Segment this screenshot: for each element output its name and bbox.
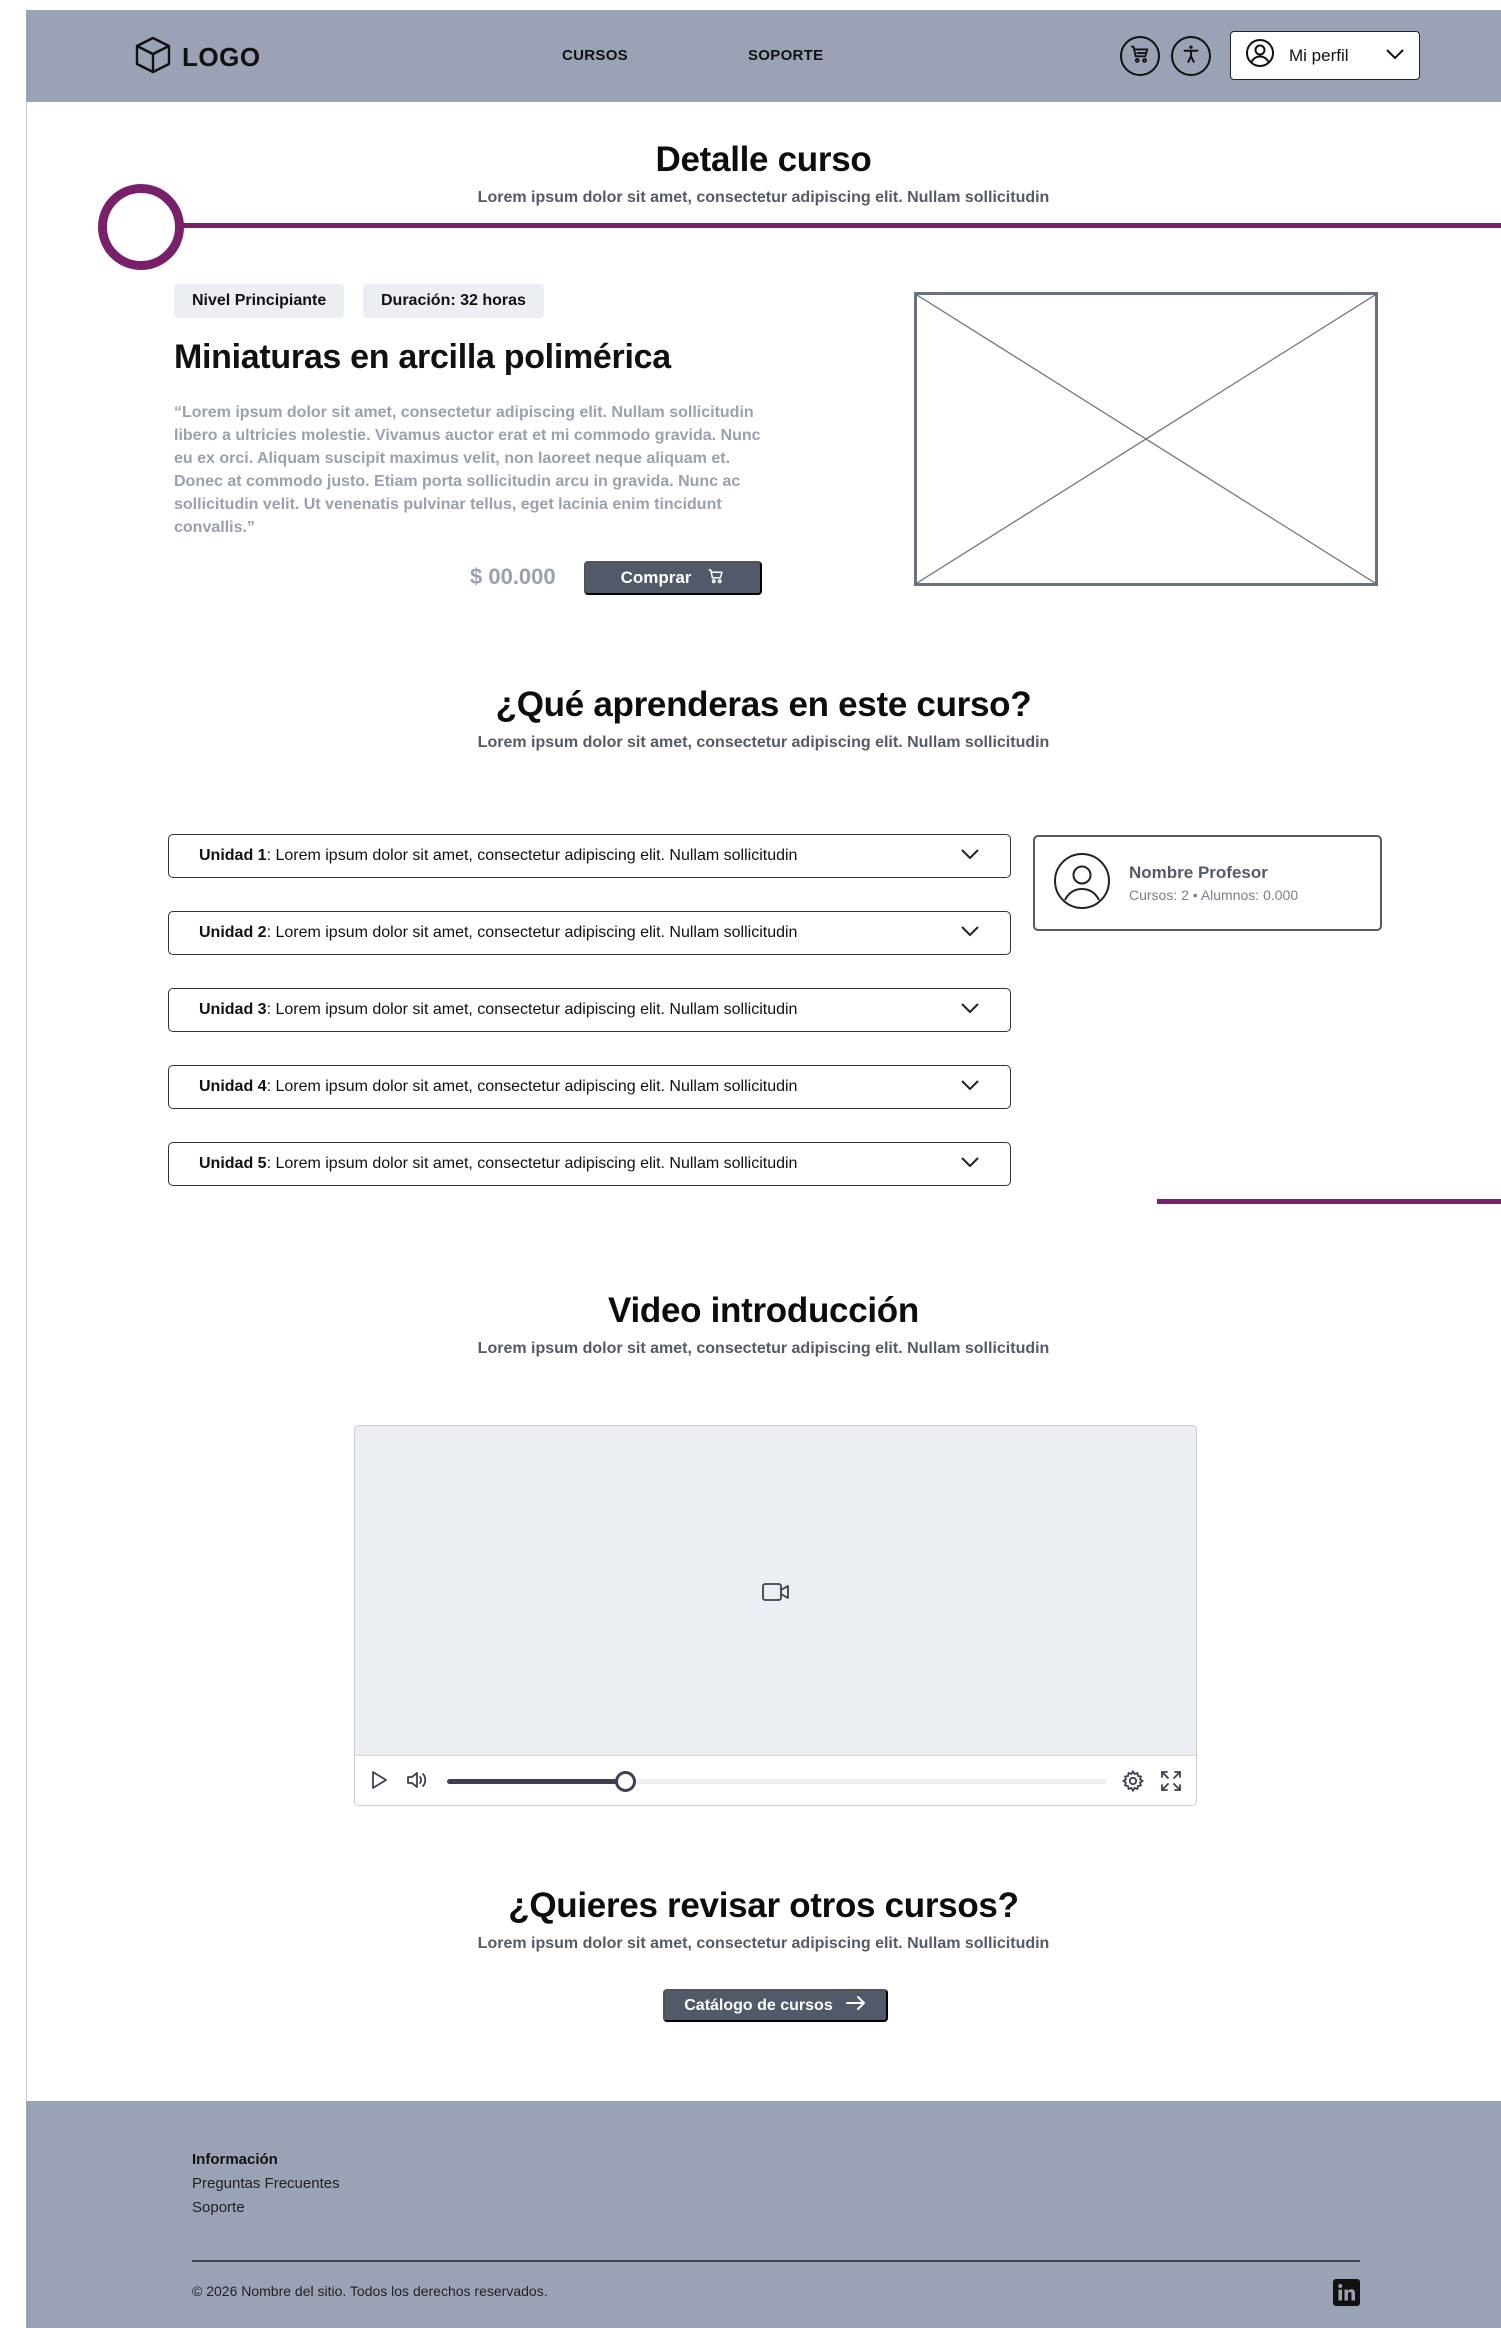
- detail-title: Detalle curso: [655, 140, 872, 179]
- others-title: ¿Quieres revisar otros cursos?: [508, 1886, 1019, 1925]
- video-progress-bar[interactable]: [447, 1771, 1107, 1792]
- video-title: Video introducción: [608, 1291, 919, 1330]
- chevron-down-icon: [960, 1155, 980, 1173]
- chevron-down-icon: [960, 1001, 980, 1019]
- unit-description: : Lorem ipsum dolor sit amet, consectetu…: [266, 1078, 798, 1095]
- professor-name: Nombre Profesor: [1129, 863, 1268, 882]
- unit-description: : Lorem ipsum dolor sit amet, consectetu…: [266, 847, 798, 864]
- unit-accordion-5[interactable]: Unidad 5: Lorem ipsum dolor sit amet, co…: [168, 1142, 1011, 1186]
- nav-soporte[interactable]: SOPORTE: [748, 47, 823, 64]
- professor-info: Nombre Profesor Cursos: 2 • Alumnos: 0.0…: [1129, 863, 1298, 903]
- chevron-down-icon: [1385, 47, 1405, 65]
- accent-circle: [98, 184, 184, 270]
- video-camera-icon: [761, 1581, 791, 1608]
- unit-accordion-2[interactable]: Unidad 2: Lorem ipsum dolor sit amet, co…: [168, 911, 1011, 955]
- accessibility-button[interactable]: [1171, 36, 1211, 76]
- footer-copyright: © 2026 Nombre del sitio. Todos los derec…: [192, 2283, 548, 2299]
- accent-line: [1157, 1199, 1501, 1204]
- video-player[interactable]: [354, 1425, 1197, 1806]
- arrow-right-icon: [845, 1995, 867, 2016]
- buy-button[interactable]: Comprar: [584, 561, 762, 595]
- unit-label: Unidad 1: [199, 847, 267, 864]
- level-badge: Nivel Principiante: [174, 284, 345, 318]
- settings-gear-icon[interactable]: [1121, 1769, 1145, 1798]
- cart-button[interactable]: [1120, 36, 1160, 76]
- unit-text: Unidad 3: Lorem ipsum dolor sit amet, co…: [199, 1001, 960, 1019]
- user-icon: [1245, 38, 1275, 73]
- video-progress-fill: [447, 1779, 626, 1784]
- cart-icon: [1129, 43, 1151, 70]
- catalog-label: Catálogo de cursos: [684, 1996, 833, 2014]
- video-subtitle: Lorem ipsum dolor sit amet, consectetur …: [477, 1340, 1050, 1357]
- footer-link-faq[interactable]: Preguntas Frecuentes: [192, 2175, 340, 2192]
- detail-subtitle: Lorem ipsum dolor sit amet, consectetur …: [477, 189, 1050, 206]
- site-header: LOGO CURSOS SOPORTE Mi perfil: [26, 10, 1501, 102]
- professor-card[interactable]: Nombre Profesor Cursos: 2 • Alumnos: 0.0…: [1033, 835, 1382, 931]
- linkedin-icon[interactable]: [1333, 2279, 1360, 2306]
- unit-label: Unidad 5: [199, 1155, 267, 1172]
- fullscreen-icon[interactable]: [1159, 1769, 1183, 1798]
- unit-description: : Lorem ipsum dolor sit amet, consectetu…: [266, 1001, 798, 1018]
- course-title: Miniaturas en arcilla polimérica: [174, 338, 671, 376]
- footer-heading: Información: [192, 2151, 278, 2168]
- course-image-placeholder: [914, 292, 1378, 586]
- unit-description: : Lorem ipsum dolor sit amet, consectetu…: [266, 1155, 798, 1172]
- unit-accordion-3[interactable]: Unidad 3: Lorem ipsum dolor sit amet, co…: [168, 988, 1011, 1032]
- unit-text: Unidad 5: Lorem ipsum dolor sit amet, co…: [199, 1155, 960, 1173]
- footer-divider: [192, 2260, 1360, 2262]
- video-progress-handle[interactable]: [615, 1771, 637, 1792]
- cart-icon: [707, 567, 725, 590]
- duration-badge: Duración: 32 horas: [363, 284, 544, 318]
- unit-accordion-4[interactable]: Unidad 4: Lorem ipsum dolor sit amet, co…: [168, 1065, 1011, 1109]
- unit-label: Unidad 3: [199, 1001, 267, 1018]
- profile-label: Mi perfil: [1289, 45, 1349, 65]
- chevron-down-icon: [960, 924, 980, 942]
- accent-line: [180, 223, 1501, 228]
- avatar-icon: [1053, 852, 1111, 915]
- unit-text: Unidad 4: Lorem ipsum dolor sit amet, co…: [199, 1078, 960, 1096]
- logo[interactable]: LOGO: [134, 35, 261, 80]
- unit-text: Unidad 2: Lorem ipsum dolor sit amet, co…: [199, 924, 960, 942]
- profile-dropdown[interactable]: Mi perfil: [1230, 31, 1420, 80]
- footer-link-support[interactable]: Soporte: [192, 2199, 245, 2216]
- learn-subtitle: Lorem ipsum dolor sit amet, consectetur …: [477, 734, 1050, 751]
- unit-label: Unidad 4: [199, 1078, 267, 1095]
- play-icon[interactable]: [369, 1769, 389, 1796]
- accessibility-icon: [1180, 43, 1202, 70]
- chevron-down-icon: [960, 847, 980, 865]
- video-controls: [355, 1755, 1196, 1805]
- cube-icon: [134, 35, 172, 80]
- chevron-down-icon: [960, 1078, 980, 1096]
- course-description: “Lorem ipsum dolor sit amet, consectetur…: [174, 404, 761, 536]
- learn-title: ¿Qué aprenderas en este curso?: [495, 685, 1032, 724]
- site-footer: Información Preguntas Frecuentes Soporte…: [26, 2101, 1501, 2328]
- course-price: $ 00.000: [470, 564, 556, 589]
- others-subtitle: Lorem ipsum dolor sit amet, consectetur …: [477, 1935, 1050, 1952]
- unit-description: : Lorem ipsum dolor sit amet, consectetu…: [266, 924, 798, 941]
- catalog-button[interactable]: Catálogo de cursos: [663, 1989, 888, 2022]
- buy-label: Comprar: [620, 568, 692, 587]
- professor-stats: Cursos: 2 • Alumnos: 0.000: [1129, 887, 1299, 903]
- volume-icon[interactable]: [405, 1769, 429, 1796]
- unit-label: Unidad 2: [199, 924, 267, 941]
- logo-text: LOGO: [182, 42, 261, 72]
- nav-cursos[interactable]: CURSOS: [562, 47, 628, 64]
- unit-text: Unidad 1: Lorem ipsum dolor sit amet, co…: [199, 847, 960, 865]
- unit-accordion-1[interactable]: Unidad 1: Lorem ipsum dolor sit amet, co…: [168, 834, 1011, 878]
